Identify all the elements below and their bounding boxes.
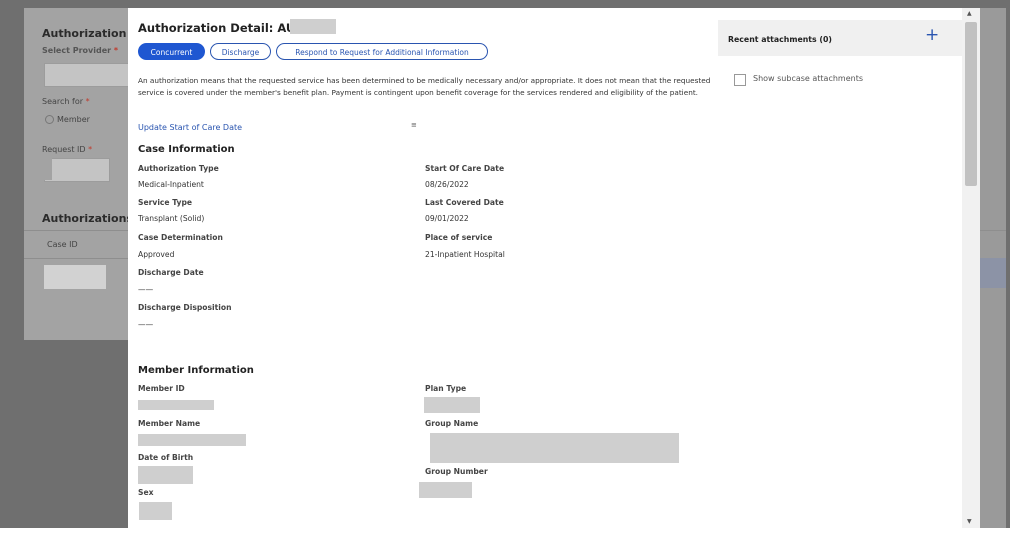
background-select-provider-field — [44, 63, 130, 87]
add-attachment-plus-icon[interactable]: + — [925, 25, 939, 45]
background-row-highlight — [980, 258, 1006, 288]
update-start-of-care-link[interactable]: Update Start of Care Date — [138, 123, 242, 132]
redacted-member-id — [138, 400, 214, 410]
background-divider — [24, 258, 128, 259]
background-request-id-field — [44, 158, 110, 182]
redacted-plan-type — [424, 397, 480, 413]
authorization-detail-modal: Authorization Detail: AUTH- Concurrent D… — [128, 8, 980, 528]
service-type-value: Transplant (Solid) — [138, 214, 205, 223]
plan-type-label: Plan Type — [425, 384, 467, 393]
scroll-down-arrow-icon[interactable]: ▼ — [967, 518, 972, 525]
discharge-disposition-value: —— — [138, 320, 154, 329]
group-name-label: Group Name — [425, 419, 479, 428]
authorization-type-value: Medical-Inpatient — [138, 180, 204, 189]
case-determination-value: Approved — [138, 250, 175, 259]
show-subcase-attachments-label[interactable]: Show subcase attachments — [753, 74, 863, 83]
redacted-member-name — [138, 434, 246, 446]
background-select-provider-label: Select Provider — [42, 46, 118, 55]
authorization-disclaimer: An authorization means that the requeste… — [138, 76, 711, 97]
redacted-auth-number — [290, 19, 336, 34]
modal-scrollbar[interactable]: ▲ ▼ — [962, 8, 980, 528]
scrollbar-thumb[interactable] — [965, 22, 977, 186]
case-information-title: Case Information — [138, 144, 235, 155]
background-request-id-label: Request ID — [42, 145, 92, 154]
last-covered-date-label: Last Covered Date — [425, 198, 504, 207]
background-request-id-edge — [44, 158, 52, 180]
sex-label: Sex — [138, 488, 154, 497]
discharge-disposition-label: Discharge Disposition — [138, 303, 232, 312]
background-search-for-label: Search for — [42, 97, 90, 106]
discharge-button[interactable]: Discharge — [210, 43, 271, 60]
recent-attachments-header: Recent attachments (0) + — [718, 20, 978, 56]
background-authorization-heading: Authorization — [42, 27, 127, 40]
authorization-type-label: Authorization Type — [138, 164, 219, 173]
show-subcase-attachments-checkbox[interactable] — [734, 74, 746, 86]
modal-main-content: Authorization Detail: AUTH- Concurrent D… — [128, 8, 710, 528]
last-covered-date-value: 09/01/2022 — [425, 214, 469, 223]
discharge-date-value: —— — [138, 285, 154, 294]
service-type-label: Service Type — [138, 198, 193, 207]
member-id-label: Member ID — [138, 384, 185, 393]
concurrent-button[interactable]: Concurrent — [138, 43, 205, 60]
place-of-service-value: 21-Inpatient Hospital — [425, 250, 505, 259]
background-member-radio — [45, 115, 54, 124]
date-of-birth-label: Date of Birth — [138, 453, 194, 462]
background-authorizations-heading: Authorizations ( — [42, 212, 142, 225]
place-of-service-label: Place of service — [425, 233, 493, 242]
background-member-radio-label: Member — [57, 115, 90, 124]
redacted-group-name — [430, 433, 679, 463]
member-information-title: Member Information — [138, 365, 254, 376]
redacted-date-of-birth — [138, 466, 193, 484]
respond-additional-info-button[interactable]: Respond to Request for Additional Inform… — [276, 43, 488, 60]
discharge-date-label: Discharge Date — [138, 268, 204, 277]
start-of-care-value: 08/26/2022 — [425, 180, 469, 189]
start-of-care-label: Start Of Care Date — [425, 164, 505, 173]
group-number-label: Group Number — [425, 467, 488, 476]
redacted-sex — [139, 502, 172, 520]
background-case-id-header: Case ID — [47, 240, 78, 249]
background-divider — [980, 230, 1006, 231]
member-name-label: Member Name — [138, 419, 201, 428]
background-divider — [24, 230, 128, 231]
background-bottom-bar — [0, 528, 1010, 541]
redacted-group-number — [419, 482, 472, 498]
scroll-up-arrow-icon[interactable]: ▲ — [967, 10, 972, 17]
recent-attachments-title: Recent attachments (0) — [728, 35, 832, 44]
case-determination-label: Case Determination — [138, 233, 223, 242]
background-case-id-cell — [44, 265, 106, 289]
drag-handle-icon: ≡ — [411, 121, 417, 129]
